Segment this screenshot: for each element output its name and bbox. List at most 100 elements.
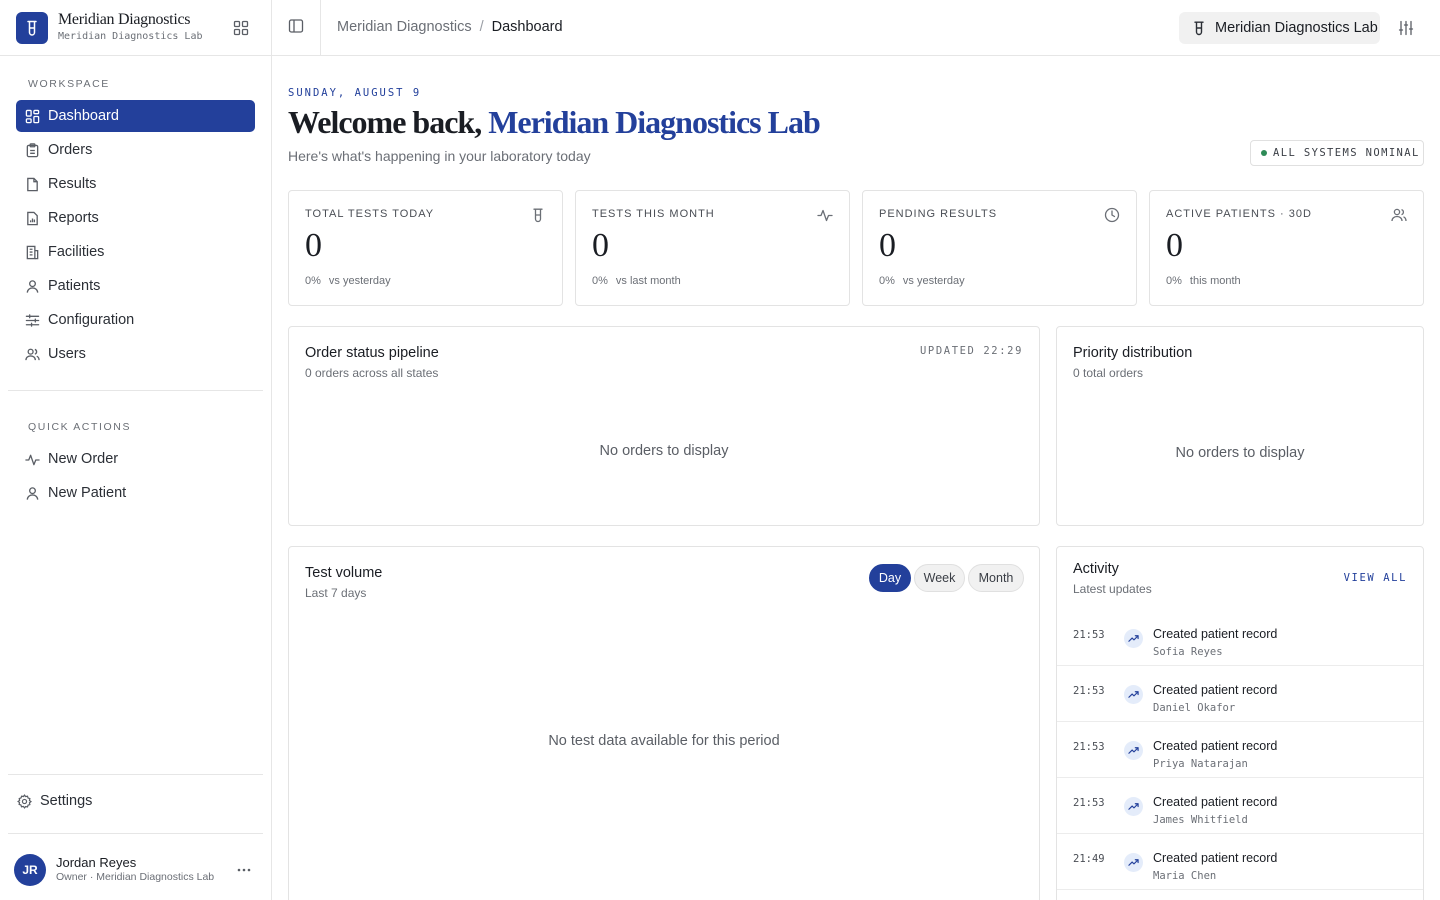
lab-selector-button[interactable]: Meridian Diagnostics Lab: [1179, 12, 1380, 44]
trending-up-icon: [1124, 741, 1143, 760]
stat-value: 0: [592, 227, 609, 264]
sidebar-item-configuration[interactable]: Configuration: [16, 304, 255, 336]
welcome-subtitle: Here's what's happening in your laborato…: [288, 148, 591, 164]
stat-comparison: 0% vs yesterday: [305, 275, 391, 287]
sidebar-item-facilities[interactable]: Facilities: [16, 236, 255, 268]
settings-label: Settings: [40, 793, 93, 809]
sidebar-item-patients[interactable]: Patients: [16, 270, 255, 302]
empty-state: No orders to display: [599, 443, 729, 459]
user-name: Jordan Reyes: [56, 855, 137, 870]
range-day-button[interactable]: Day: [869, 564, 911, 592]
user-profile[interactable]: JR Jordan Reyes Owner · Meridian Diagnos…: [14, 854, 259, 886]
welcome-heading: Welcome back, Meridian Diagnostics Lab: [288, 104, 821, 141]
user-icon: [24, 485, 40, 501]
sidebar-item-dashboard[interactable]: Dashboard: [16, 100, 255, 132]
sidebar-item-users[interactable]: Users: [16, 338, 255, 370]
dashboard-icon: [24, 108, 40, 124]
file-icon: [24, 176, 40, 192]
activity-title: Created patient record: [1153, 683, 1278, 697]
stat-compare-text: vs last month: [615, 275, 681, 287]
clipboard-icon: [24, 142, 40, 158]
stat-card-pending-results: PENDING RESULTS 0 0% vs yesterday: [862, 190, 1137, 306]
panel-subtitle: 0 total orders: [1073, 366, 1144, 380]
activity-subject: Daniel Okafor: [1153, 702, 1236, 714]
sidebar-toggle-button[interactable]: [272, 0, 321, 55]
workspace-label: WORKSPACE: [28, 78, 110, 90]
panel-subtitle: Latest updates: [1073, 582, 1152, 596]
stat-comparison: 0% vs yesterday: [879, 275, 965, 287]
test-tube-icon: [530, 207, 546, 223]
quick-action-label: New Order: [48, 451, 119, 467]
range-week-button[interactable]: Week: [914, 564, 965, 592]
activity-item[interactable]: 21:53 Created patient record Priya Natar…: [1057, 722, 1423, 778]
trending-up-icon: [1124, 685, 1143, 704]
view-all-link[interactable]: VIEW ALL: [1344, 572, 1407, 584]
stat-label: ACTIVE PATIENTS · 30D: [1166, 208, 1312, 220]
more-horizontal-icon[interactable]: [234, 860, 254, 880]
stat-label: TESTS THIS MONTH: [592, 208, 715, 220]
stat-card-active-patients: ACTIVE PATIENTS · 30D 0 0% this month: [1149, 190, 1424, 306]
settings-button[interactable]: Settings: [8, 784, 263, 818]
quick-actions-label: QUICK ACTIONS: [28, 421, 132, 433]
sidebar-item-label: Orders: [48, 142, 93, 158]
sidebar-item-orders[interactable]: Orders: [16, 134, 255, 166]
stat-percent: 0%: [879, 275, 895, 287]
activity-item[interactable]: 21:53 Created patient record James Whitf…: [1057, 778, 1423, 834]
gear-icon: [16, 793, 32, 809]
stat-percent: 0%: [1166, 275, 1182, 287]
breadcrumb-parent[interactable]: Meridian Diagnostics: [337, 19, 472, 35]
panel-title: Priority distribution: [1073, 345, 1193, 361]
activity-subject: Sofia Reyes: [1153, 646, 1223, 658]
trending-up-icon: [1124, 629, 1143, 648]
brand-subtitle: Meridian Diagnostics Lab: [58, 31, 203, 42]
trending-up-icon: [1124, 853, 1143, 872]
stat-compare-text: vs yesterday: [328, 275, 391, 287]
status-text: ALL SYSTEMS NOMINAL: [1273, 147, 1420, 159]
stat-label: PENDING RESULTS: [879, 208, 998, 220]
status-dot-icon: [1261, 150, 1267, 156]
activity-time: 21:53: [1073, 685, 1105, 697]
panel-subtitle: 0 orders across all states: [305, 366, 439, 380]
apps-grid-icon[interactable]: [231, 18, 251, 38]
activity-time: 21:53: [1073, 797, 1105, 809]
panel-title: Activity: [1073, 561, 1119, 577]
activity-item[interactable]: 21:49 Created patient record Maria Chen: [1057, 834, 1423, 890]
user-role: Owner · Meridian Diagnostics Lab: [56, 871, 215, 883]
activity-time: 21:53: [1073, 629, 1105, 641]
tune-settings-icon[interactable]: [1396, 18, 1416, 38]
test-tube-logo-icon[interactable]: [16, 12, 48, 44]
panel-title: Test volume: [305, 565, 383, 581]
sidebar-item-label: Users: [48, 346, 86, 362]
sidebar-item-reports[interactable]: Reports: [16, 202, 255, 234]
breadcrumb-current: Dashboard: [491, 19, 563, 35]
activity-item[interactable]: 21:53 Created patient record Sofia Reyes: [1057, 610, 1423, 666]
trending-up-icon: [1124, 797, 1143, 816]
sidebar-divider: [8, 833, 263, 834]
activity-item[interactable]: 21:53 Created patient record Daniel Okaf…: [1057, 666, 1423, 722]
stat-value: 0: [305, 227, 322, 264]
panel-left-icon: [288, 18, 304, 37]
sidebar-item-label: Patients: [48, 278, 101, 294]
stat-value: 0: [1166, 227, 1183, 264]
sidebar-item-label: Results: [48, 176, 97, 192]
sidebar-item-label: Configuration: [48, 312, 135, 328]
stat-comparison: 0% vs last month: [592, 275, 681, 287]
date-label: SUNDAY, AUGUST 9: [288, 87, 422, 99]
quick-action-new-patient[interactable]: New Patient: [16, 477, 255, 509]
quick-action-new-order[interactable]: New Order: [16, 443, 255, 475]
empty-state: No test data available for this period: [548, 733, 780, 749]
sidebar-divider: [8, 390, 263, 391]
welcome-lab-name: Meridian Diagnostics Lab: [488, 104, 821, 140]
panel-title: Order status pipeline: [305, 345, 439, 361]
activity-panel: Activity Latest updates VIEW ALL 21:53 C…: [1056, 546, 1424, 900]
sidebar-item-label: Reports: [48, 210, 99, 226]
stat-label: TOTAL TESTS TODAY: [305, 208, 435, 220]
stat-card-tests-this-month: TESTS THIS MONTH 0 0% vs last month: [575, 190, 850, 306]
sidebar-item-results[interactable]: Results: [16, 168, 255, 200]
activity-title: Created patient record: [1153, 795, 1278, 809]
range-month-button[interactable]: Month: [968, 564, 1024, 592]
stat-value: 0: [879, 227, 896, 264]
activity-icon: [24, 451, 40, 467]
breadcrumb: Meridian Diagnostics / Dashboard: [337, 19, 563, 35]
activity-subject: James Whitfield: [1153, 814, 1248, 826]
